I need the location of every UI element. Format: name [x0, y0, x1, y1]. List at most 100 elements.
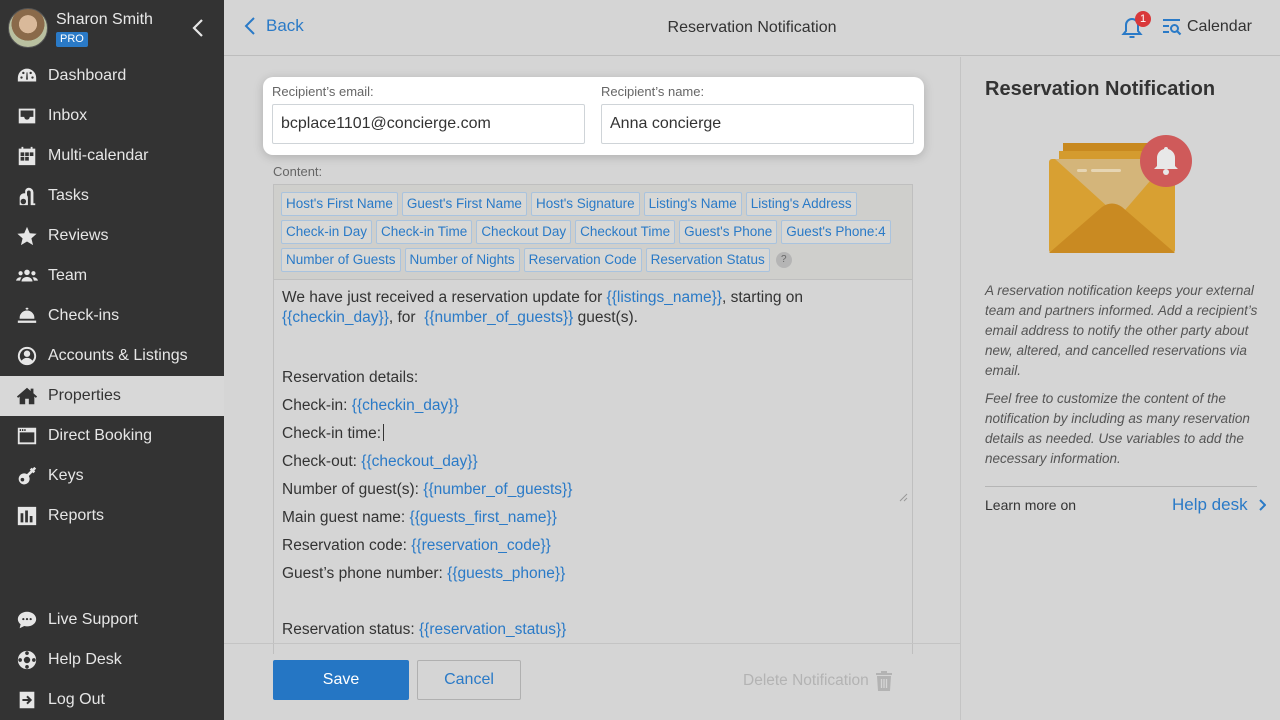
learn-more-text: Learn more on [985, 497, 1077, 513]
sidebar-item-help-desk[interactable]: Help Desk [0, 640, 224, 680]
variable-chip[interactable]: Guest's First Name [401, 192, 527, 216]
sidebar-item-label: Live Support [48, 611, 138, 628]
sidebar-item-reports[interactable]: Reports [0, 496, 224, 536]
sidebar-item-label: Log Out [48, 691, 105, 708]
sidebar-item-label: Reviews [48, 227, 109, 244]
variable-toolbar: Host's First Name Guest's First Name Hos… [274, 185, 912, 280]
calendar-label: Calendar [1187, 18, 1252, 35]
sidebar-item-log-out[interactable]: Log Out [0, 680, 224, 720]
code-window-icon [17, 427, 37, 445]
calendar-button[interactable]: Calendar [1162, 18, 1252, 36]
variable-chip[interactable]: Checkout Day [476, 220, 572, 244]
sidebar-item-properties[interactable]: Properties [0, 376, 224, 416]
service-bell-icon [17, 307, 37, 323]
chevron-right-icon [1258, 499, 1266, 511]
form-footer: Save Cancel Delete Notification [224, 643, 960, 720]
save-button[interactable]: Save [273, 660, 409, 700]
home-icon [16, 387, 38, 405]
sidebar-item-check-ins[interactable]: Check-ins [0, 296, 224, 336]
variable-chip[interactable]: Checkout Time [575, 220, 676, 244]
sidebar-item-multi-calendar[interactable]: Multi-calendar [0, 136, 224, 176]
variable-chip[interactable]: Number of Guests [281, 248, 401, 272]
back-button[interactable]: Back [244, 16, 304, 36]
sidebar-item-label: Reports [48, 507, 105, 524]
variable-chip[interactable]: Guest's Phone [679, 220, 778, 244]
user-name: Sharon Smith [56, 10, 153, 28]
detail-line: Check-in: {{checkin_day}} [282, 397, 459, 414]
recipient-name-input[interactable] [601, 104, 914, 144]
variable-chip[interactable]: Number of Nights [404, 248, 520, 272]
logout-icon [19, 691, 35, 709]
sidebar-item-label: Keys [48, 467, 84, 484]
user-profile[interactable]: Sharon Smith PRO [0, 0, 224, 56]
chevron-left-icon [244, 17, 255, 35]
sidebar-item-label: Help Desk [48, 651, 122, 668]
notification-count-badge: 1 [1135, 11, 1151, 27]
variables-help-icon[interactable]: ? [775, 252, 792, 268]
top-header: Back Reservation Notification 1 Calendar [224, 0, 1280, 56]
sidebar-item-keys[interactable]: Keys [0, 456, 224, 496]
variable-chip[interactable]: Host's First Name [281, 192, 398, 216]
chevron-left-icon [192, 19, 203, 37]
sidebar-item-tasks[interactable]: Tasks [0, 176, 224, 216]
variable-chip[interactable]: Host's Signature [530, 192, 640, 216]
sidebar-item-live-support[interactable]: Live Support [0, 600, 224, 640]
variable-chip[interactable]: Listing's Address [745, 192, 857, 216]
sidebar-item-label: Direct Booking [48, 427, 153, 444]
star-icon [17, 226, 37, 246]
cancel-button[interactable]: Cancel [417, 660, 521, 700]
avatar [8, 8, 48, 48]
sidebar-item-label: Properties [48, 387, 121, 404]
panel-description-1: A reservation notification keeps your ex… [985, 283, 1258, 378]
user-circle-icon [17, 346, 37, 366]
key-icon [18, 466, 37, 485]
vacuum-icon [19, 187, 36, 206]
sidebar-item-accounts-listings[interactable]: Accounts & Listings [0, 336, 224, 376]
variable-chip[interactable]: Listing's Name [643, 192, 742, 216]
info-panel: Reservation Notification A reservation n… [960, 57, 1280, 720]
trash-icon [875, 671, 892, 691]
collapse-sidebar-button[interactable] [188, 16, 208, 40]
pro-badge: PRO [56, 31, 88, 47]
content-editor: Host's First Name Guest's First Name Hos… [273, 184, 913, 654]
bar-chart-icon [17, 506, 37, 526]
sidebar-item-label: Dashboard [48, 67, 127, 84]
sidebar: Sharon Smith PRO Dashboard Inbox Multi-c… [0, 0, 224, 720]
variable-chip[interactable]: Guest's Phone:4 [781, 220, 891, 244]
intro-line-2: {{checkin_day}}, for {{number_of_guests}… [282, 309, 638, 326]
variable-chip[interactable]: Check-in Day [281, 220, 373, 244]
variable-chip[interactable]: Reservation Status [645, 248, 770, 272]
content-textarea[interactable]: We have just received a reservation upda… [274, 280, 912, 650]
panel-title: Reservation Notification [985, 78, 1216, 100]
recipient-email-input[interactable] [272, 104, 585, 144]
back-label: Back [266, 16, 304, 35]
help-desk-label: Help desk [1172, 495, 1248, 514]
help-desk-link[interactable]: Help desk [1172, 495, 1266, 515]
notification-form: Recipient’s email: Recipient’s name: Con… [224, 57, 960, 654]
sidebar-item-reviews[interactable]: Reviews [0, 216, 224, 256]
variable-chip[interactable]: Check-in Time [376, 220, 473, 244]
panel-divider [985, 486, 1257, 487]
sidebar-item-team[interactable]: Team [0, 256, 224, 296]
team-icon [16, 269, 38, 282]
delete-label: Delete Notification [743, 672, 869, 689]
content-label: Content: [273, 164, 323, 179]
variable-chip[interactable]: Reservation Code [523, 248, 642, 272]
sidebar-item-label: Check-ins [48, 307, 120, 324]
sidebar-item-label: Team [48, 267, 88, 284]
recipient-card: Recipient’s email: Recipient’s name: [263, 77, 924, 155]
email-label: Recipient’s email: [272, 84, 374, 99]
status-line: Reservation status: {{reservation_status… [282, 621, 567, 638]
detail-line: Main guest name: {{guests_first_name}} [282, 509, 557, 526]
sidebar-item-inbox[interactable]: Inbox [0, 96, 224, 136]
sidebar-item-dashboard[interactable]: Dashboard [0, 56, 224, 96]
sidebar-item-direct-booking[interactable]: Direct Booking [0, 416, 224, 456]
calendar-icon [18, 146, 36, 166]
delete-notification-button[interactable]: Delete Notification [743, 670, 893, 692]
bottom-nav: Live Support Help Desk Log Out [0, 600, 224, 720]
text-caret [383, 424, 385, 441]
details-heading: Reservation details: [282, 369, 419, 386]
sidebar-item-label: Inbox [48, 107, 88, 124]
resize-handle-icon[interactable] [898, 492, 908, 502]
detail-line: Reservation code: {{reservation_code}} [282, 537, 551, 554]
